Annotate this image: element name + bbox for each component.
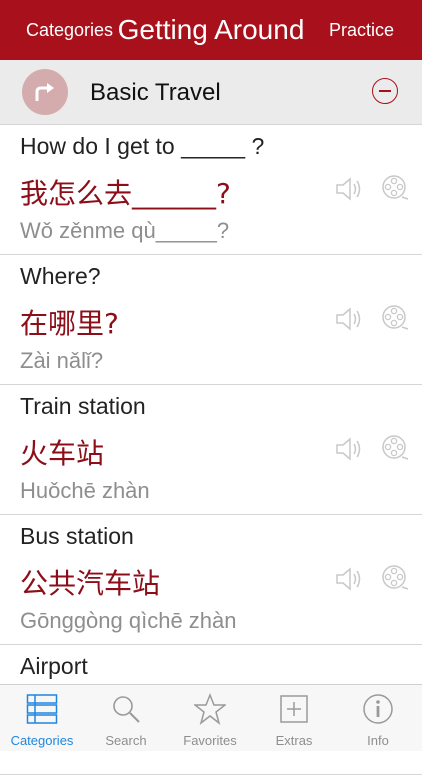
phrase-chinese: 我怎么去______? (20, 177, 231, 210)
speaker-icon[interactable] (334, 564, 364, 594)
section-title: Basic Travel (90, 79, 221, 106)
section-header-basic-travel[interactable]: Basic Travel (0, 60, 422, 125)
phrase-chinese: 在哪里? (20, 307, 119, 340)
phrase-row[interactable]: How do I get to _____ ? 我怎么去______? Wǒ z… (0, 125, 422, 255)
tab-search[interactable]: Search (84, 685, 168, 751)
practice-button[interactable]: Practice (329, 20, 394, 41)
plus-box-icon (280, 695, 308, 723)
phrase-english: Bus station (20, 523, 134, 549)
phrase-english: Train station (20, 393, 146, 419)
phrase-row[interactable]: Train station 火车站 Huǒchē zhàn (0, 385, 422, 515)
tab-extras[interactable]: Extras (252, 685, 336, 751)
phrase-english: Airport (20, 653, 88, 679)
phrase-row[interactable]: Where? 在哪里? Zài nǎlǐ? (0, 255, 422, 385)
minus-circle-icon[interactable] (372, 78, 398, 104)
phrase-english: How do I get to _____ ? (20, 133, 265, 159)
tab-label: Favorites (183, 733, 237, 748)
info-icon (363, 694, 393, 724)
speaker-icon[interactable] (334, 434, 364, 464)
phrase-row[interactable]: Bus station 公共汽车站 Gōnggòng qìchē zhàn (0, 515, 422, 645)
tab-label: Categories (10, 733, 74, 748)
phrase-pinyin: Wǒ zěnme qù_____? (20, 218, 230, 243)
phrase-list: How do I get to _____ ? 我怎么去______? Wǒ z… (0, 125, 422, 775)
search-icon (113, 696, 140, 723)
turn-right-arrow-icon (22, 69, 68, 115)
tab-favorites[interactable]: Favorites (168, 685, 252, 751)
tab-bar: Categories Search Favorites Extras Info (0, 684, 422, 751)
speaker-icon[interactable] (334, 174, 364, 204)
star-icon (194, 693, 226, 725)
tab-info[interactable]: Info (336, 685, 420, 751)
film-reel-icon[interactable] (380, 433, 410, 463)
speaker-icon[interactable] (334, 304, 364, 334)
film-reel-icon[interactable] (380, 303, 410, 333)
tab-label: Extras (275, 733, 313, 748)
list-icon (26, 694, 58, 724)
tab-categories[interactable]: Categories (0, 685, 84, 751)
phrase-pinyin: Huǒchē zhàn (20, 478, 150, 503)
film-reel-icon[interactable] (380, 173, 410, 203)
phrase-english: Where? (20, 263, 101, 289)
phrase-chinese: 火车站 (20, 437, 105, 470)
tab-label: Search (105, 733, 147, 748)
film-reel-icon[interactable] (380, 563, 410, 593)
phrase-pinyin: Gōnggòng qìchē zhàn (20, 608, 237, 633)
navbar: Categories Getting Around Practice (0, 0, 422, 60)
phrase-pinyin: Zài nǎlǐ? (20, 348, 104, 373)
phrase-chinese: 公共汽车站 (20, 567, 161, 600)
tab-label: Info (367, 733, 389, 748)
